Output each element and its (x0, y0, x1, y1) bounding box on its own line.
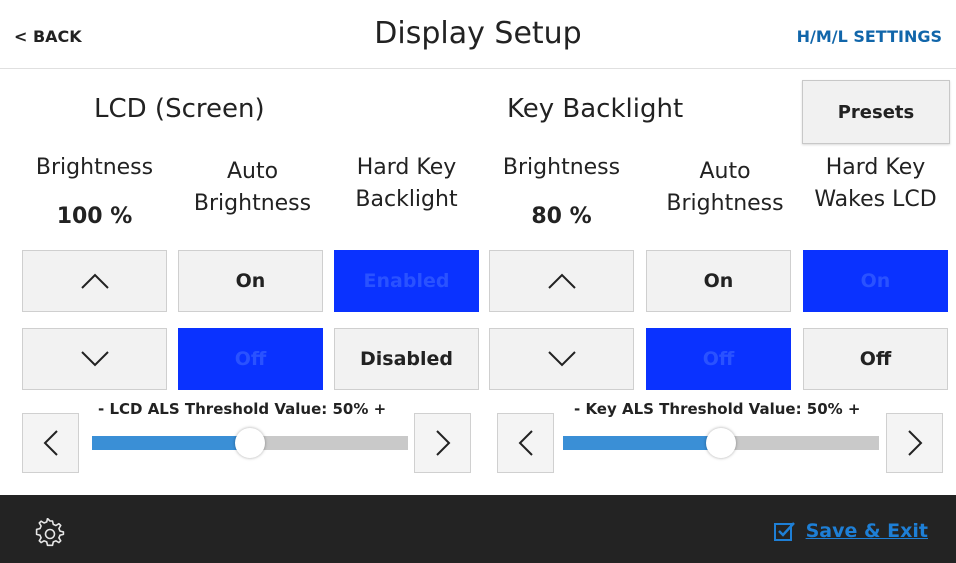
key-auto-brightness-label: Auto Brightness (666, 159, 784, 216)
key-als-decrease-button[interactable] (497, 413, 554, 473)
lcd-section-title: LCD (Screen) (94, 94, 265, 124)
chevron-down-icon (80, 351, 109, 367)
key-brightness-value: 80 % (531, 204, 592, 229)
presets-button[interactable]: Presets (802, 80, 950, 144)
lcd-als-decrease-button[interactable] (22, 413, 79, 473)
chevron-left-icon (43, 430, 58, 456)
lcd-hard-key-enabled-button[interactable]: Enabled (334, 250, 479, 312)
key-section-title: Key Backlight (507, 94, 684, 124)
chevron-right-icon (907, 430, 922, 456)
lcd-als-increase-button[interactable] (414, 413, 471, 473)
key-auto-on-button[interactable]: On (646, 250, 791, 312)
lcd-hard-key-disabled-button[interactable]: Disabled (334, 328, 479, 390)
lcd-auto-brightness-label: Auto Brightness (193, 159, 312, 216)
key-als-increase-button[interactable] (886, 413, 943, 473)
key-als-slider-thumb[interactable] (706, 428, 736, 458)
lcd-als-slider-thumb[interactable] (235, 428, 265, 458)
lcd-als-threshold-label: - LCD ALS Threshold Value: 50% + (98, 400, 387, 418)
chevron-up-icon (80, 273, 109, 289)
hard-key-wakes-lcd-label: Hard Key Wakes LCD (814, 155, 937, 212)
lcd-brightness-value: 100 % (56, 204, 133, 229)
lcd-brightness-up-button[interactable] (22, 250, 167, 312)
save-exit-label: Save & Exit (805, 520, 928, 542)
lcd-hard-key-backlight-label: Hard Key Backlight (355, 155, 458, 212)
key-brightness-down-button[interactable] (489, 328, 634, 390)
gear-icon[interactable] (34, 517, 66, 554)
key-als-slider-fill (563, 436, 721, 450)
chevron-down-icon (547, 351, 576, 367)
lcd-als-slider-fill (92, 436, 250, 450)
chevron-right-icon (435, 430, 450, 456)
checkbox-icon (773, 522, 795, 541)
save-exit-button[interactable]: Save & Exit (773, 520, 928, 542)
key-brightness-label: Brightness (502, 155, 621, 180)
hard-key-wakes-on-button[interactable]: On (803, 250, 948, 312)
key-brightness-up-button[interactable] (489, 250, 634, 312)
lcd-auto-on-button[interactable]: On (178, 250, 323, 312)
lcd-brightness-down-button[interactable] (22, 328, 167, 390)
hml-settings-link[interactable]: H/M/L SETTINGS (797, 27, 942, 46)
hard-key-wakes-off-button[interactable]: Off (803, 328, 948, 390)
key-auto-off-button[interactable]: Off (646, 328, 791, 390)
lcd-brightness-label: Brightness (35, 155, 154, 180)
chevron-up-icon (547, 273, 576, 289)
lcd-auto-off-button[interactable]: Off (178, 328, 323, 390)
key-als-threshold-label: - Key ALS Threshold Value: 50% + (574, 400, 861, 418)
chevron-left-icon (518, 430, 533, 456)
